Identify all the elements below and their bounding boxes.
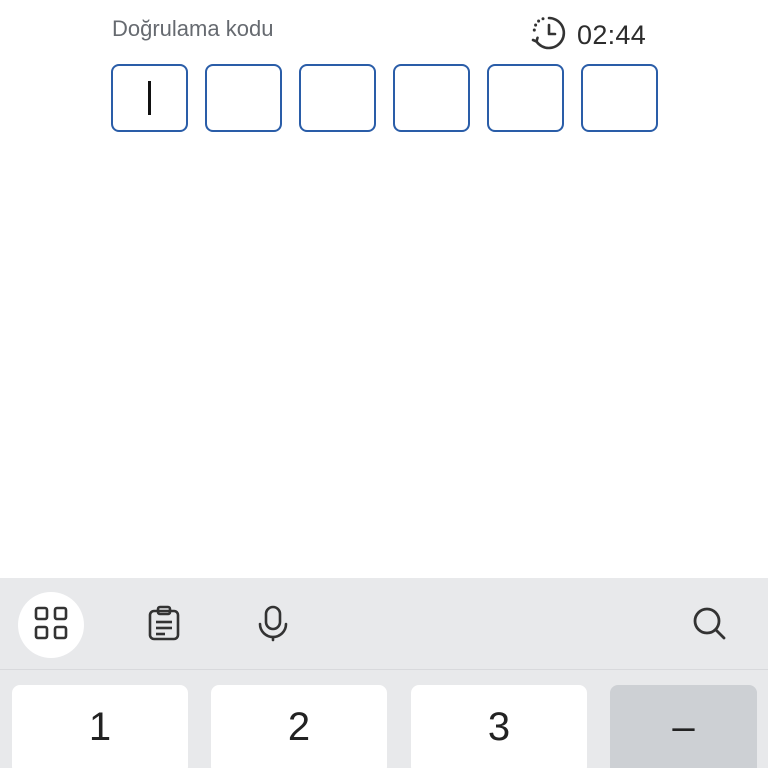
verification-code-label: Doğrulama kodu: [112, 16, 274, 41]
key-2[interactable]: 2: [211, 685, 387, 768]
otp-digit-6[interactable]: [581, 64, 658, 132]
otp-digit-5[interactable]: [487, 64, 564, 132]
clipboard-icon: [145, 604, 183, 647]
clipboard-button[interactable]: [131, 592, 197, 658]
countdown-timer: 02:44: [529, 16, 646, 54]
clock-countdown-icon: [529, 13, 569, 58]
otp-input-group: [111, 64, 658, 132]
otp-digit-4[interactable]: [393, 64, 470, 132]
apps-grid-icon: [32, 604, 70, 647]
key-dash[interactable]: –: [610, 685, 757, 768]
timer-text: 02:44: [577, 19, 647, 50]
microphone-icon: [254, 604, 292, 647]
key-3[interactable]: 3: [411, 685, 587, 768]
otp-digit-3[interactable]: [299, 64, 376, 132]
key-1[interactable]: 1: [12, 685, 188, 768]
apps-grid-button[interactable]: [18, 592, 84, 658]
keyboard-toolbar: [0, 578, 768, 670]
text-cursor: [148, 81, 151, 115]
search-icon: [690, 604, 728, 647]
otp-digit-1[interactable]: [111, 64, 188, 132]
otp-digit-2[interactable]: [205, 64, 282, 132]
search-button[interactable]: [676, 592, 742, 658]
voice-input-button[interactable]: [240, 592, 306, 658]
